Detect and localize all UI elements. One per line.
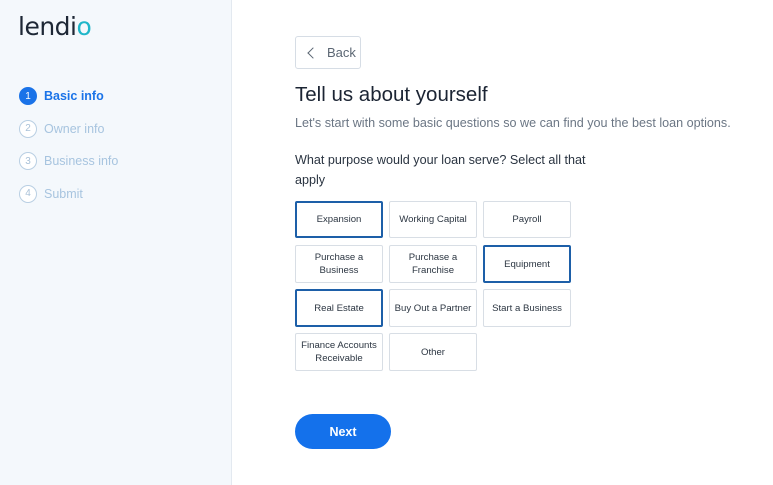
sidebar: lendio 1 Basic info 2 Owner info 3 Busin… — [0, 0, 232, 485]
option-payroll[interactable]: Payroll — [483, 201, 571, 238]
option-real-estate[interactable]: Real Estate — [295, 289, 383, 327]
option-working-capital[interactable]: Working Capital — [389, 201, 477, 238]
step-number: 3 — [19, 152, 37, 170]
logo-accent: o — [76, 12, 92, 41]
option-equipment[interactable]: Equipment — [483, 245, 571, 283]
loan-purpose-options: Expansion Working Capital Payroll Purcha… — [295, 201, 575, 371]
step-number: 1 — [19, 87, 37, 105]
page-subtitle: Let's start with some basic questions so… — [295, 116, 731, 130]
option-label: Expansion — [316, 214, 362, 225]
main-content: Back Tell us about yourself Let's start … — [295, 0, 765, 485]
next-button[interactable]: Next — [295, 414, 391, 449]
step-number: 2 — [19, 119, 37, 138]
option-label: Working Capital — [399, 214, 467, 225]
chevron-left-icon — [307, 46, 319, 59]
back-label: Back — [327, 45, 356, 60]
step-number: 4 — [19, 184, 37, 203]
option-purchase-a-franchise[interactable]: Purchase a Franchise — [389, 245, 477, 283]
option-label: Buy Out a Partner — [394, 302, 472, 314]
option-purchase-a-business[interactable]: Purchase a Business — [295, 245, 383, 283]
option-buy-out-a-partner[interactable]: Buy Out a Partner — [389, 289, 477, 327]
option-label: Real Estate — [314, 302, 364, 314]
option-label: Finance Accounts Receivable — [301, 340, 377, 364]
option-label: Equipment — [504, 258, 550, 270]
step-owner-info[interactable]: 2 Owner info — [19, 119, 118, 138]
back-button[interactable]: Back — [295, 36, 361, 69]
option-label: Start a Business — [492, 302, 562, 314]
step-submit[interactable]: 4 Submit — [19, 184, 118, 203]
step-label: Submit — [44, 186, 83, 201]
step-label: Basic info — [44, 89, 104, 103]
lendio-logo[interactable]: lendio — [18, 12, 92, 41]
option-label: Other — [421, 346, 445, 358]
option-expansion[interactable]: Expansion — [295, 201, 383, 238]
option-label: Payroll — [512, 214, 542, 225]
step-label: Business info — [44, 154, 119, 168]
page-title: Tell us about yourself — [295, 83, 488, 106]
step-basic-info[interactable]: 1 Basic info — [19, 87, 118, 105]
step-label: Owner info — [44, 121, 105, 136]
question-label: What purpose would your loan serve? Sele… — [295, 153, 586, 187]
option-finance-accounts-receivable[interactable]: Finance Accounts Receivable — [295, 333, 383, 371]
option-start-a-business[interactable]: Start a Business — [483, 289, 571, 327]
logo-text: lendi — [18, 12, 77, 41]
step-business-info[interactable]: 3 Business info — [19, 152, 118, 170]
option-label: Purchase a Business — [314, 252, 364, 276]
option-label: Purchase a Franchise — [408, 252, 458, 276]
option-other[interactable]: Other — [389, 333, 477, 371]
progress-steps: 1 Basic info 2 Owner info 3 Business inf… — [19, 87, 118, 217]
